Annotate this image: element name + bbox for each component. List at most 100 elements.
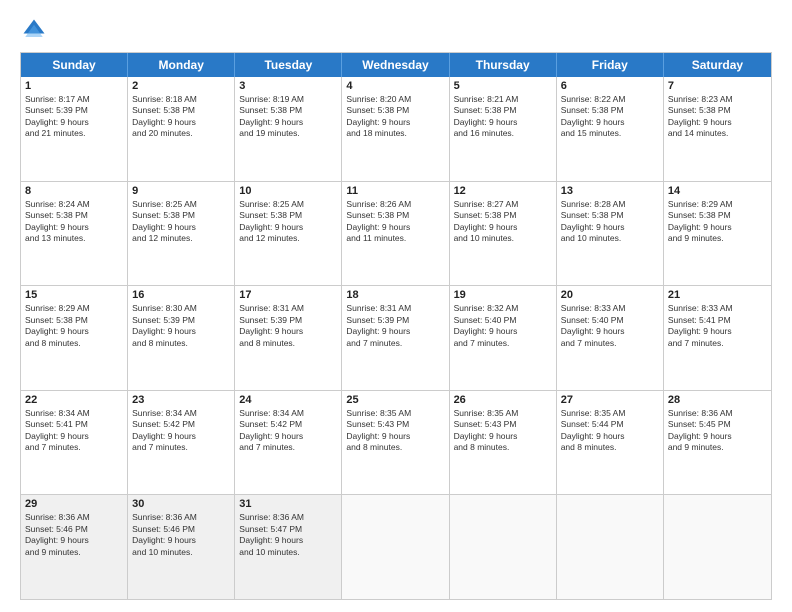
- day-number: 11: [346, 185, 444, 197]
- day-number: 7: [668, 80, 767, 92]
- day-cell-27: 27 Sunrise: 8:35 AMSunset: 5:44 PMDayligh…: [557, 391, 664, 495]
- day-cell-9: 9Sunrise: 8:25 AMSunset: 5:38 PMDaylight…: [128, 182, 235, 286]
- day-info: Sunrise: 8:33 AMSunset: 5:40 PMDaylight:…: [561, 303, 659, 349]
- day-number: 8: [25, 185, 123, 197]
- logo-icon: [20, 16, 48, 44]
- day-info: Sunrise: 8:35 AMSunset: 5:44 PMDaylight:…: [561, 408, 659, 454]
- day-info: Sunrise: 8:25 AMSunset: 5:38 PMDaylight:…: [239, 199, 337, 245]
- day-info: Sunrise: 8:35 AMSunset: 5:43 PMDaylight:…: [454, 408, 552, 454]
- day-number: 2: [132, 80, 230, 92]
- day-number: 21: [668, 289, 767, 301]
- day-number: 28: [668, 394, 767, 406]
- day-cell-29: 29 Sunrise: 8:36 AMSunset: 5:46 PMDayligh…: [21, 495, 128, 599]
- day-cell-13: 13Sunrise: 8:28 AMSunset: 5:38 PMDayligh…: [557, 182, 664, 286]
- day-cell-10: 10 Sunrise: 8:25 AMSunset: 5:38 PMDayligh…: [235, 182, 342, 286]
- empty-cell: [450, 495, 557, 599]
- day-number: 16: [132, 289, 230, 301]
- day-number: 20: [561, 289, 659, 301]
- day-cell-19: 19 Sunrise: 8:32 AMSunset: 5:40 PMDayligh…: [450, 286, 557, 390]
- day-number: 4: [346, 80, 444, 92]
- day-cell-6: 6 Sunrise: 8:22 AMSunset: 5:38 PMDaylight…: [557, 77, 664, 181]
- day-info: Sunrise: 8:36 AMSunset: 5:45 PMDaylight:…: [668, 408, 767, 454]
- day-info: Sunrise: 8:23 AMSunset: 5:38 PMDaylight:…: [668, 94, 767, 140]
- header-day-monday: Monday: [128, 53, 235, 77]
- header: [20, 16, 772, 44]
- empty-cell: [557, 495, 664, 599]
- day-cell-11: 11 Sunrise: 8:26 AMSunset: 5:38 PMDayligh…: [342, 182, 449, 286]
- header-day-sunday: Sunday: [21, 53, 128, 77]
- day-number: 30: [132, 498, 230, 510]
- day-cell-23: 23Sunrise: 8:34 AMSunset: 5:42 PMDayligh…: [128, 391, 235, 495]
- header-day-tuesday: Tuesday: [235, 53, 342, 77]
- page: SundayMondayTuesdayWednesdayThursdayFrid…: [0, 0, 792, 612]
- day-info: Sunrise: 8:18 AMSunset: 5:38 PMDaylight:…: [132, 94, 230, 140]
- day-info: Sunrise: 8:21 AMSunset: 5:38 PMDaylight:…: [454, 94, 552, 140]
- day-info: Sunrise: 8:20 AMSunset: 5:38 PMDaylight:…: [346, 94, 444, 140]
- day-cell-15: 15Sunrise: 8:29 AMSunset: 5:38 PMDayligh…: [21, 286, 128, 390]
- day-cell-17: 17 Sunrise: 8:31 AMSunset: 5:39 PMDayligh…: [235, 286, 342, 390]
- day-number: 3: [239, 80, 337, 92]
- day-info: Sunrise: 8:22 AMSunset: 5:38 PMDaylight:…: [561, 94, 659, 140]
- calendar-row-2: 8 Sunrise: 8:24 AMSunset: 5:38 PMDaylight…: [21, 182, 771, 287]
- day-cell-25: 25Sunrise: 8:35 AMSunset: 5:43 PMDayligh…: [342, 391, 449, 495]
- calendar-row-4: 22 Sunrise: 8:34 AMSunset: 5:41 PMDayligh…: [21, 391, 771, 496]
- day-number: 27: [561, 394, 659, 406]
- day-cell-5: 5Sunrise: 8:21 AMSunset: 5:38 PMDaylight…: [450, 77, 557, 181]
- day-info: Sunrise: 8:31 AMSunset: 5:39 PMDaylight:…: [346, 303, 444, 349]
- calendar-header: SundayMondayTuesdayWednesdayThursdayFrid…: [21, 53, 771, 77]
- day-info: Sunrise: 8:31 AMSunset: 5:39 PMDaylight:…: [239, 303, 337, 349]
- day-number: 29: [25, 498, 123, 510]
- day-info: Sunrise: 8:33 AMSunset: 5:41 PMDaylight:…: [668, 303, 767, 349]
- day-cell-7: 7 Sunrise: 8:23 AMSunset: 5:38 PMDaylight…: [664, 77, 771, 181]
- header-day-saturday: Saturday: [664, 53, 771, 77]
- header-day-friday: Friday: [557, 53, 664, 77]
- header-day-wednesday: Wednesday: [342, 53, 449, 77]
- day-number: 22: [25, 394, 123, 406]
- day-number: 24: [239, 394, 337, 406]
- empty-cell: [664, 495, 771, 599]
- calendar-body: 1Sunrise: 8:17 AMSunset: 5:39 PMDaylight…: [21, 77, 771, 599]
- day-cell-18: 18 Sunrise: 8:31 AMSunset: 5:39 PMDayligh…: [342, 286, 449, 390]
- day-info: Sunrise: 8:36 AMSunset: 5:47 PMDaylight:…: [239, 512, 337, 558]
- empty-cell: [342, 495, 449, 599]
- calendar-row-3: 15Sunrise: 8:29 AMSunset: 5:38 PMDayligh…: [21, 286, 771, 391]
- day-number: 1: [25, 80, 123, 92]
- day-info: Sunrise: 8:24 AMSunset: 5:38 PMDaylight:…: [25, 199, 123, 245]
- day-info: Sunrise: 8:26 AMSunset: 5:38 PMDaylight:…: [346, 199, 444, 245]
- day-cell-1: 1Sunrise: 8:17 AMSunset: 5:39 PMDaylight…: [21, 77, 128, 181]
- day-number: 23: [132, 394, 230, 406]
- day-cell-4: 4 Sunrise: 8:20 AMSunset: 5:38 PMDaylight…: [342, 77, 449, 181]
- day-info: Sunrise: 8:36 AMSunset: 5:46 PMDaylight:…: [25, 512, 123, 558]
- day-cell-20: 20 Sunrise: 8:33 AMSunset: 5:40 PMDayligh…: [557, 286, 664, 390]
- calendar: SundayMondayTuesdayWednesdayThursdayFrid…: [20, 52, 772, 600]
- day-number: 12: [454, 185, 552, 197]
- day-number: 19: [454, 289, 552, 301]
- day-cell-24: 24 Sunrise: 8:34 AMSunset: 5:42 PMDayligh…: [235, 391, 342, 495]
- logo: [20, 16, 52, 44]
- day-cell-22: 22 Sunrise: 8:34 AMSunset: 5:41 PMDayligh…: [21, 391, 128, 495]
- day-info: Sunrise: 8:34 AMSunset: 5:41 PMDaylight:…: [25, 408, 123, 454]
- calendar-row-1: 1Sunrise: 8:17 AMSunset: 5:39 PMDaylight…: [21, 77, 771, 182]
- day-cell-8: 8 Sunrise: 8:24 AMSunset: 5:38 PMDaylight…: [21, 182, 128, 286]
- day-info: Sunrise: 8:36 AMSunset: 5:46 PMDaylight:…: [132, 512, 230, 558]
- day-number: 14: [668, 185, 767, 197]
- day-info: Sunrise: 8:28 AMSunset: 5:38 PMDaylight:…: [561, 199, 659, 245]
- day-cell-12: 12 Sunrise: 8:27 AMSunset: 5:38 PMDayligh…: [450, 182, 557, 286]
- day-info: Sunrise: 8:19 AMSunset: 5:38 PMDaylight:…: [239, 94, 337, 140]
- day-cell-21: 21 Sunrise: 8:33 AMSunset: 5:41 PMDayligh…: [664, 286, 771, 390]
- day-number: 25: [346, 394, 444, 406]
- day-number: 17: [239, 289, 337, 301]
- day-info: Sunrise: 8:30 AMSunset: 5:39 PMDaylight:…: [132, 303, 230, 349]
- day-cell-30: 30 Sunrise: 8:36 AMSunset: 5:46 PMDayligh…: [128, 495, 235, 599]
- day-number: 31: [239, 498, 337, 510]
- day-info: Sunrise: 8:32 AMSunset: 5:40 PMDaylight:…: [454, 303, 552, 349]
- day-number: 9: [132, 185, 230, 197]
- day-cell-28: 28 Sunrise: 8:36 AMSunset: 5:45 PMDayligh…: [664, 391, 771, 495]
- day-number: 6: [561, 80, 659, 92]
- day-info: Sunrise: 8:29 AMSunset: 5:38 PMDaylight:…: [25, 303, 123, 349]
- day-cell-2: 2 Sunrise: 8:18 AMSunset: 5:38 PMDaylight…: [128, 77, 235, 181]
- day-number: 18: [346, 289, 444, 301]
- day-info: Sunrise: 8:27 AMSunset: 5:38 PMDaylight:…: [454, 199, 552, 245]
- day-info: Sunrise: 8:34 AMSunset: 5:42 PMDaylight:…: [239, 408, 337, 454]
- day-number: 10: [239, 185, 337, 197]
